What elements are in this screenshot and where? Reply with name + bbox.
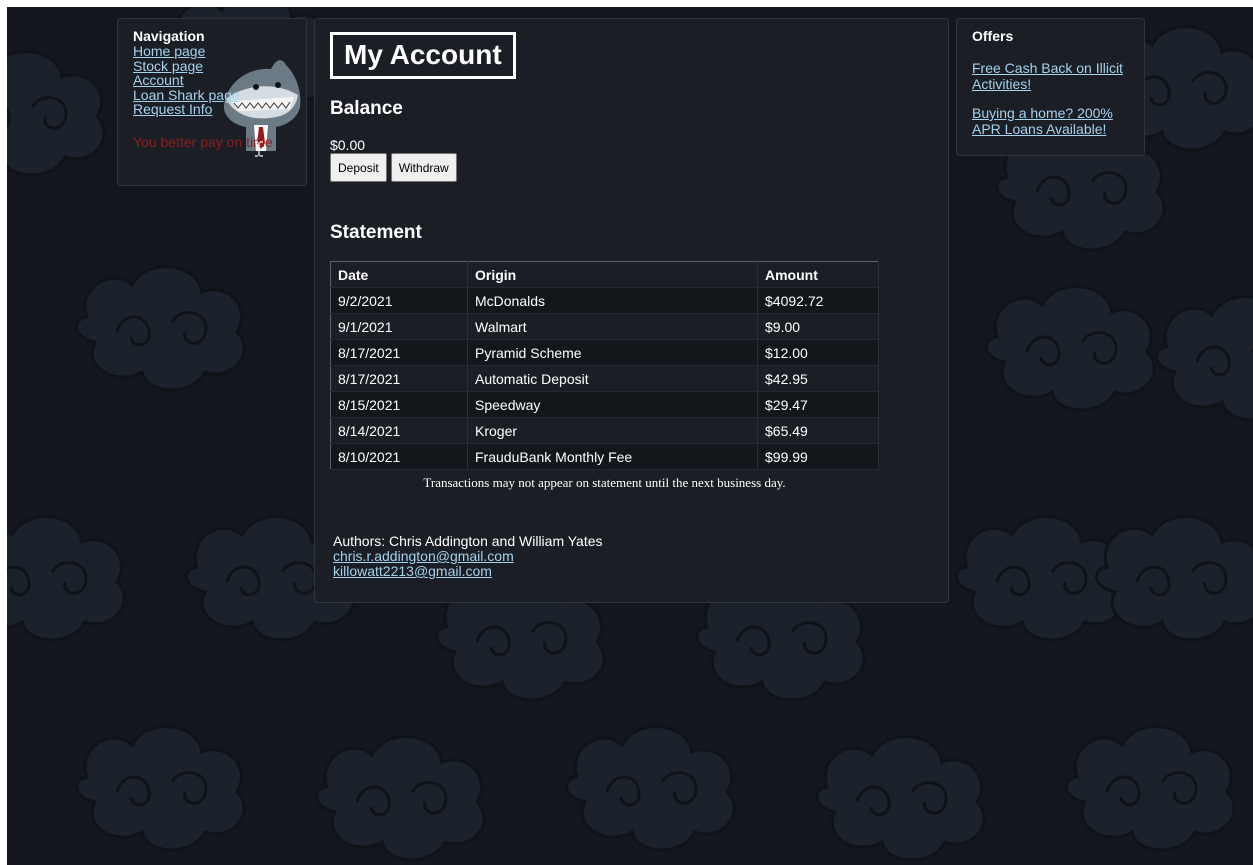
offers-title: Offers xyxy=(972,28,1014,44)
cell-amount: $4092.72 xyxy=(757,287,879,314)
cell-amount: $9.00 xyxy=(757,313,879,340)
email-link-chris[interactable]: chris.r.addington@gmail.com xyxy=(333,549,933,564)
offers-panel: Offers Free Cash Back on Illicit Activit… xyxy=(956,18,1145,156)
cell-date: 8/17/2021 xyxy=(330,339,468,366)
table-row: 8/17/2021 Pyramid Scheme $12.00 xyxy=(330,339,879,366)
cell-origin: Automatic Deposit xyxy=(467,365,758,392)
cell-amount: $29.47 xyxy=(757,391,879,418)
navigation-title: Navigation xyxy=(133,28,205,44)
text-cursor-icon xyxy=(255,141,263,157)
statement-table: Date Origin Amount 9/2/2021 McDonalds $4… xyxy=(330,261,879,470)
table-row: 8/10/2021 FrauduBank Monthly Fee $99.99 xyxy=(330,443,879,470)
main-panel: My Account Balance $0.00 Deposit Withdra… xyxy=(314,18,949,603)
cell-origin: Kroger xyxy=(467,417,758,444)
withdraw-button[interactable]: Withdraw xyxy=(390,153,457,182)
table-row: 9/2/2021 McDonalds $4092.72 xyxy=(330,287,879,314)
pay-on-time-warning: You better pay on time xyxy=(133,133,273,150)
cell-amount: $99.99 xyxy=(757,443,879,470)
cell-amount: $42.95 xyxy=(757,365,879,392)
table-row: 8/17/2021 Automatic Deposit $42.95 xyxy=(330,365,879,392)
cell-date: 8/15/2021 xyxy=(330,391,468,418)
nav-link-request-info[interactable]: Request Info xyxy=(133,102,291,117)
nav-link-stock[interactable]: Stock page xyxy=(133,58,291,74)
column-header-date: Date xyxy=(330,261,468,288)
page-background: Navigation Home page Stock page Account … xyxy=(7,7,1253,865)
column-header-origin: Origin xyxy=(467,261,758,288)
cell-origin: Walmart xyxy=(467,313,758,340)
authors-footer: Authors: Chris Addington and William Yat… xyxy=(330,534,933,579)
cell-origin: Pyramid Scheme xyxy=(467,339,758,366)
cell-origin: Speedway xyxy=(467,391,758,418)
table-row: 8/14/2021 Kroger $65.49 xyxy=(330,417,879,444)
cell-date: 9/2/2021 xyxy=(330,287,468,314)
cell-date: 8/14/2021 xyxy=(330,417,468,444)
table-row: 8/15/2021 Speedway $29.47 xyxy=(330,391,879,418)
nav-link-home[interactable]: Home page xyxy=(133,44,291,59)
nav-link-loan-shark[interactable]: Loan Shark page xyxy=(133,87,291,103)
balance-amount: $0.00 xyxy=(330,137,366,153)
cell-origin: FrauduBank Monthly Fee xyxy=(467,443,758,470)
offer-link-cash-back[interactable]: Free Cash Back on Illicit Activities! xyxy=(972,60,1129,92)
statement-note: Transactions may not appear on statement… xyxy=(423,475,786,490)
cell-origin: McDonalds xyxy=(467,287,758,314)
balance-heading: Balance xyxy=(330,98,403,119)
offer-link-home-loans[interactable]: Buying a home? 200% APR Loans Available! xyxy=(972,105,1129,137)
balance-actions: Deposit Withdraw xyxy=(330,153,933,182)
cell-amount: $12.00 xyxy=(757,339,879,366)
cell-date: 9/1/2021 xyxy=(330,313,468,340)
statement-heading: Statement xyxy=(330,222,422,243)
column-header-amount: Amount xyxy=(757,261,879,288)
nav-link-account[interactable]: Account xyxy=(133,73,291,88)
navigation-links: Home page Stock page Account Loan Shark … xyxy=(133,44,291,117)
table-header-row: Date Origin Amount xyxy=(330,261,879,288)
table-row: 9/1/2021 Walmart $9.00 xyxy=(330,313,879,340)
cell-date: 8/17/2021 xyxy=(330,365,468,392)
cell-amount: $65.49 xyxy=(757,417,879,444)
deposit-button[interactable]: Deposit xyxy=(330,153,387,182)
cell-date: 8/10/2021 xyxy=(330,443,468,470)
page-title: My Account xyxy=(330,32,516,79)
navigation-panel: Navigation Home page Stock page Account … xyxy=(117,18,307,186)
authors-text: Authors: Chris Addington and William Yat… xyxy=(333,533,603,549)
email-link-william[interactable]: killowatt2213@gmail.com xyxy=(333,564,933,579)
